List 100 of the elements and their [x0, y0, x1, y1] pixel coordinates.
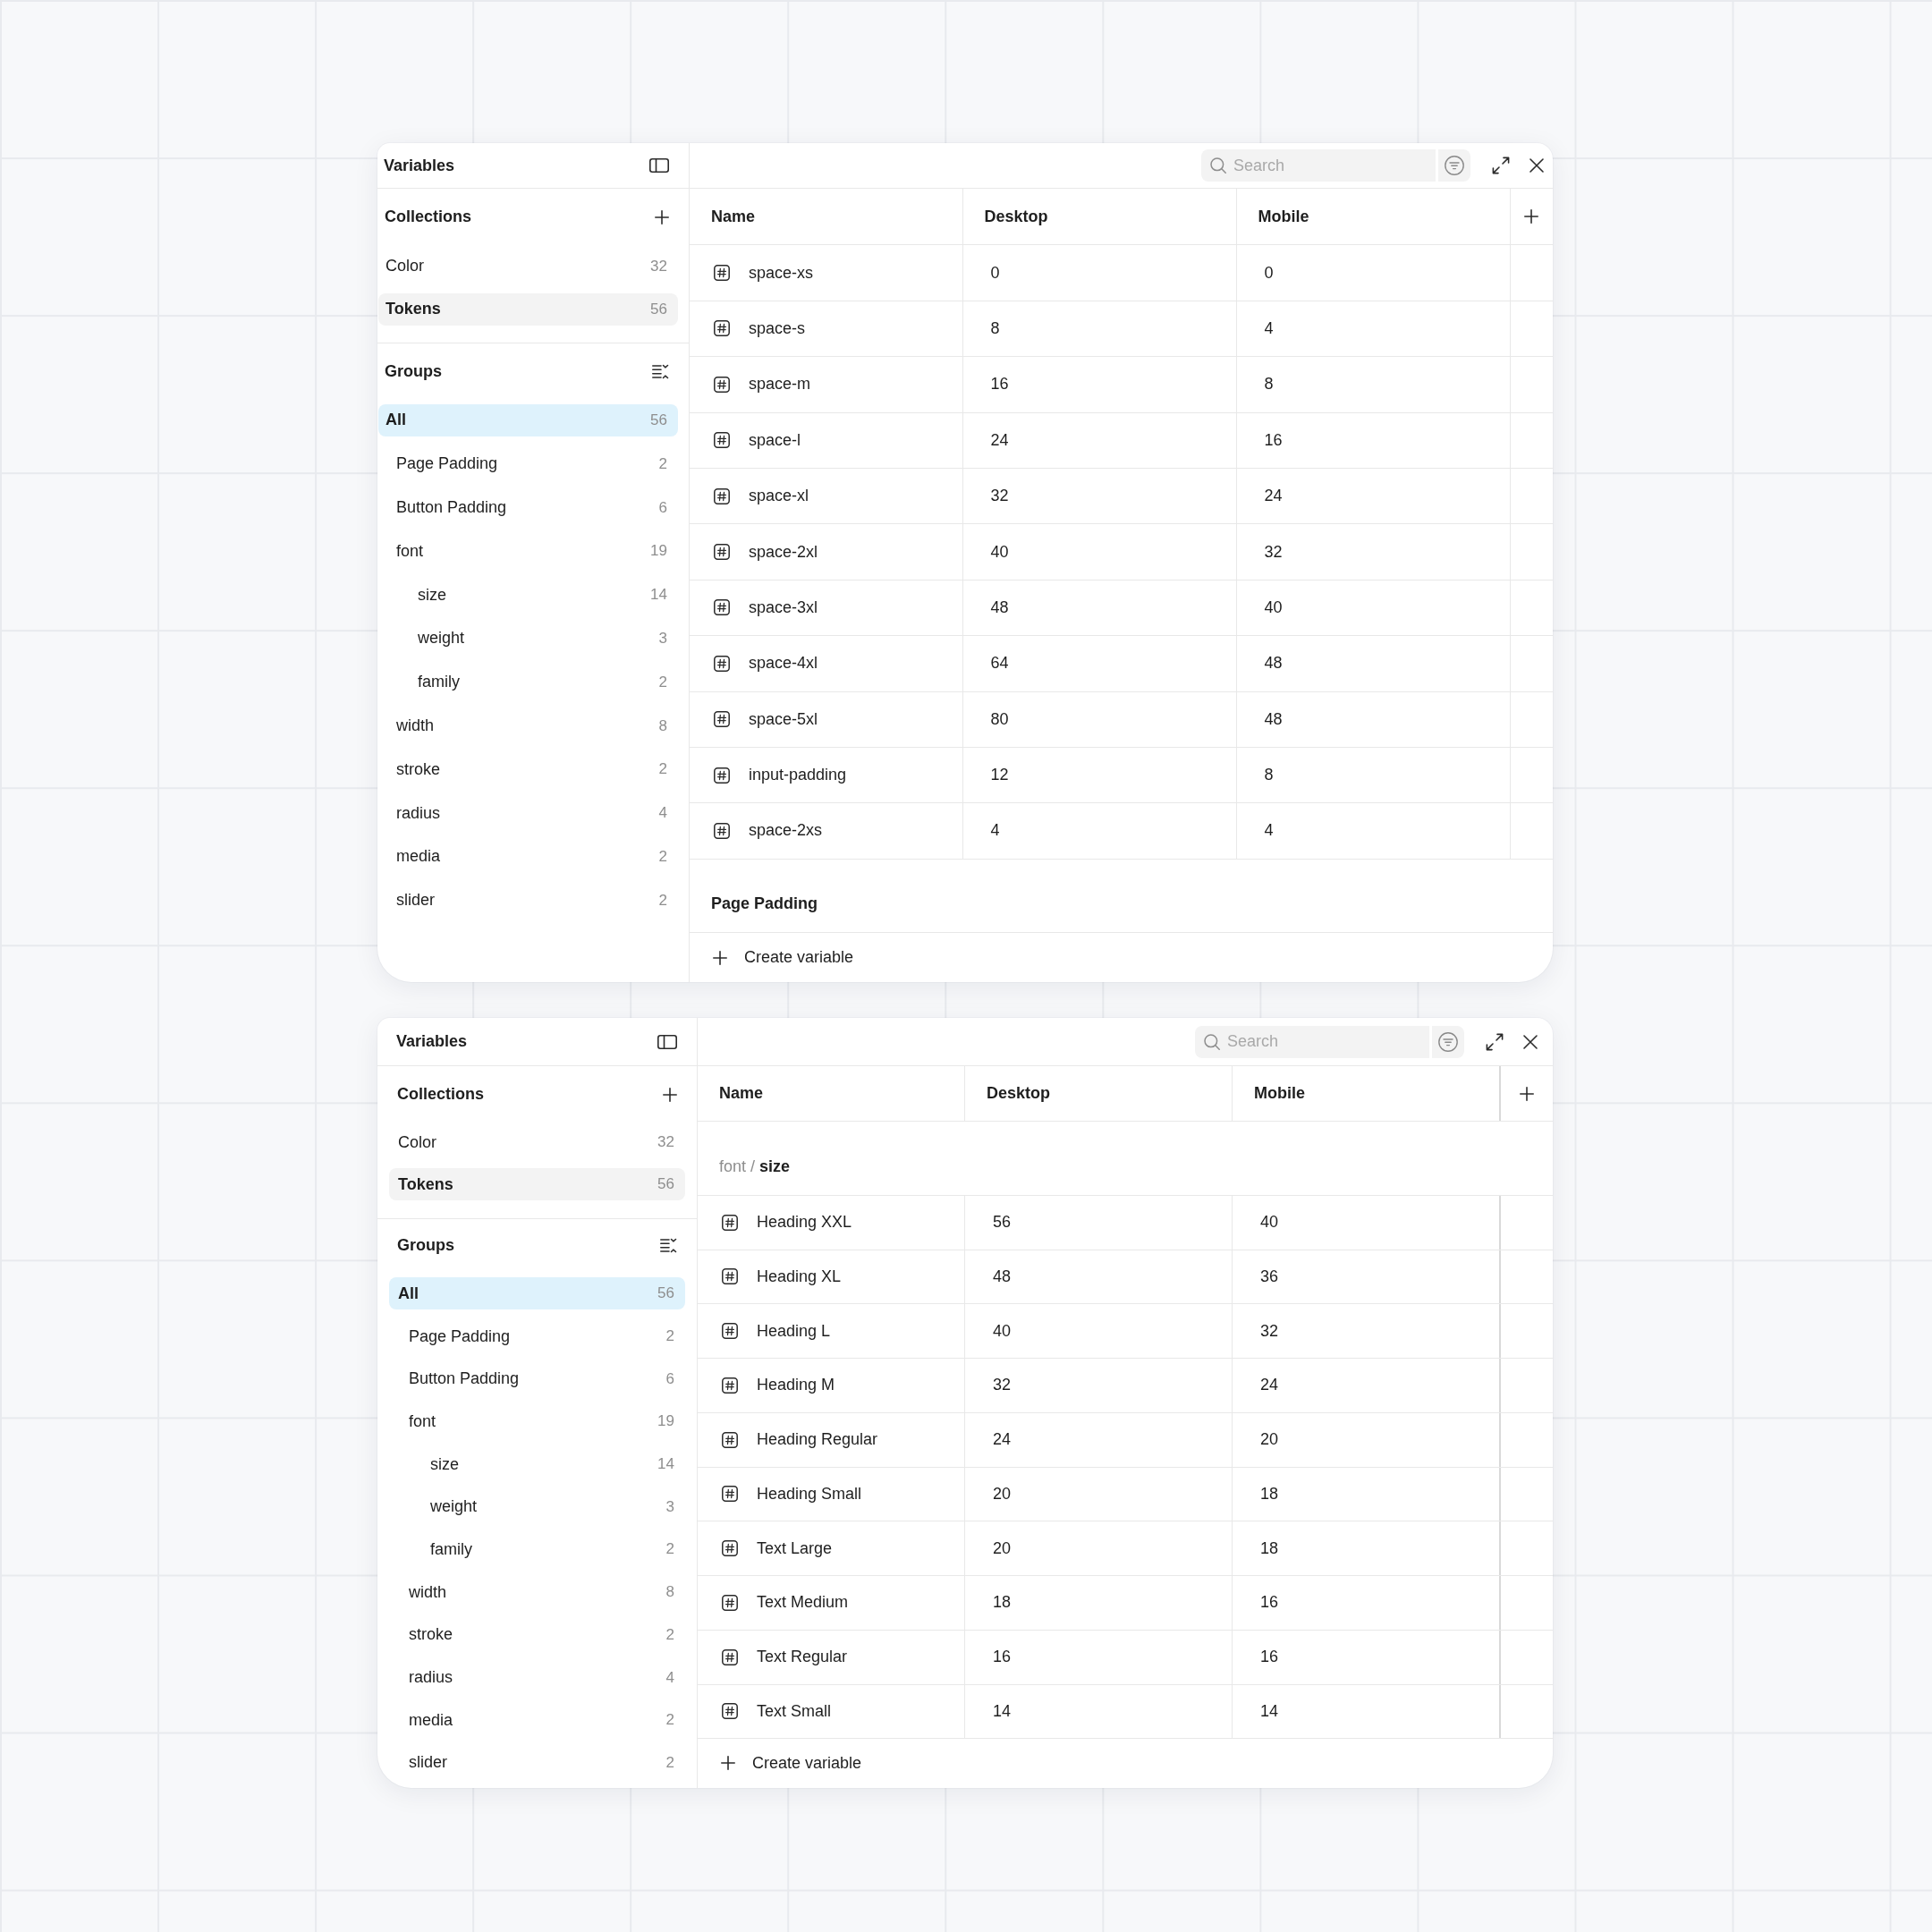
filter-button[interactable] — [1438, 149, 1470, 182]
group-item[interactable]: width 8 — [389, 1576, 685, 1609]
close-icon[interactable] — [1530, 158, 1544, 173]
group-item[interactable]: slider 2 — [389, 1746, 685, 1779]
variable-name: Heading Regular — [757, 1430, 878, 1450]
group-item[interactable]: size 14 — [389, 1448, 685, 1481]
group-item[interactable]: media 2 — [389, 1704, 685, 1737]
group-item[interactable]: family 2 — [378, 665, 678, 699]
group-item[interactable]: radius 4 — [378, 797, 678, 830]
sidebar-toggle-icon[interactable] — [657, 1034, 677, 1049]
variable-value: 8 — [1264, 375, 1274, 394]
item-count: 3 — [658, 629, 667, 648]
close-icon[interactable] — [1523, 1034, 1538, 1049]
variable-value: 48 — [993, 1267, 1012, 1286]
group-item[interactable]: All 56 — [378, 403, 678, 436]
group-item[interactable]: slider 2 — [378, 884, 678, 917]
variable-value: 40 — [1260, 1213, 1279, 1233]
group-item[interactable]: Button Padding 6 — [389, 1362, 685, 1395]
list-collapse-icon[interactable] — [660, 1238, 677, 1254]
hash-icon — [722, 1431, 738, 1448]
variable-value: 80 — [990, 709, 1009, 729]
variable-name: Heading M — [757, 1376, 835, 1395]
item-count: 56 — [650, 300, 667, 318]
hash-icon — [714, 320, 730, 337]
variable-value: 16 — [993, 1648, 1012, 1667]
item-count: 2 — [658, 760, 667, 779]
item-count: 56 — [657, 1284, 674, 1303]
group-item[interactable]: Page Padding 2 — [389, 1320, 685, 1353]
filter-button[interactable] — [1432, 1025, 1464, 1058]
item-count: 2 — [665, 1625, 674, 1644]
filter-icon — [1445, 156, 1464, 175]
hash-icon — [714, 432, 730, 449]
plus-icon[interactable] — [663, 1087, 677, 1102]
variable-name: space-xs — [749, 263, 814, 283]
group-item[interactable]: font 19 — [378, 535, 678, 568]
variable-name: Text Large — [757, 1538, 833, 1558]
variable-value: 20 — [993, 1484, 1012, 1504]
collection-item[interactable]: Color 32 — [378, 250, 678, 283]
group-item[interactable]: width 8 — [378, 709, 678, 742]
column-header: Mobile — [1236, 189, 1511, 245]
group-item[interactable]: stroke 2 — [378, 753, 678, 786]
item-count: 14 — [657, 1455, 674, 1474]
group-item[interactable]: stroke 2 — [389, 1618, 685, 1651]
variable-value: 32 — [990, 487, 1009, 506]
item-count: 8 — [665, 1583, 674, 1602]
search-field[interactable]: Search — [1195, 1025, 1429, 1058]
group-item[interactable]: weight 3 — [389, 1490, 685, 1523]
group-item[interactable]: weight 3 — [378, 622, 678, 655]
plus-icon[interactable] — [1519, 1086, 1534, 1101]
variable-value: 16 — [1264, 430, 1283, 450]
variable-name: space-4xl — [749, 654, 818, 674]
group-item[interactable]: size 14 — [378, 579, 678, 612]
plus-icon[interactable] — [1524, 209, 1538, 225]
list-collapse-icon[interactable] — [652, 363, 669, 379]
section-heading: Collections — [385, 208, 471, 226]
variable-name: space-5xl — [749, 709, 818, 729]
group-item[interactable]: All 56 — [389, 1277, 685, 1310]
hash-icon — [714, 823, 730, 839]
variable-value: 32 — [1260, 1321, 1279, 1341]
create-variable-button[interactable]: Create variable — [721, 1753, 862, 1773]
collection-item[interactable]: Tokens 56 — [378, 292, 678, 326]
item-count: 56 — [657, 1175, 674, 1194]
panel-title: Variables — [396, 1032, 468, 1052]
collection-item[interactable]: Color 32 — [389, 1126, 685, 1159]
variable-value: 20 — [1260, 1430, 1279, 1450]
variable-value: 8 — [1264, 766, 1274, 785]
variable-value: 24 — [993, 1430, 1012, 1450]
group-item[interactable]: radius 4 — [389, 1661, 685, 1694]
variable-name: Heading Small — [757, 1484, 862, 1504]
plus-icon[interactable] — [655, 209, 669, 225]
group-item[interactable]: media 2 — [378, 840, 678, 873]
item-count: 3 — [665, 1497, 674, 1516]
create-variable-button[interactable]: Create variable — [713, 948, 854, 968]
sidebar-toggle-icon[interactable] — [649, 158, 669, 173]
collection-item[interactable]: Tokens 56 — [389, 1168, 685, 1201]
variable-value: 16 — [1260, 1593, 1279, 1613]
variable-name: space-s — [749, 318, 806, 338]
variable-value: 4 — [1264, 318, 1274, 338]
variable-name: input-padding — [749, 766, 847, 785]
group-item[interactable]: font 19 — [389, 1405, 685, 1438]
item-count: 2 — [665, 1540, 674, 1559]
hash-icon — [722, 1268, 738, 1285]
variable-name: Heading XXL — [757, 1213, 852, 1233]
hash-icon — [714, 599, 730, 616]
item-count: 32 — [657, 1133, 674, 1152]
variable-name: space-2xl — [749, 542, 818, 562]
variable-value: 32 — [993, 1376, 1012, 1395]
search-field[interactable]: Search — [1201, 149, 1436, 182]
expand-icon[interactable] — [1486, 1032, 1504, 1051]
hash-icon — [714, 655, 730, 672]
hash-icon — [714, 265, 730, 282]
hash-icon — [722, 1703, 738, 1720]
variable-value: 16 — [990, 375, 1009, 394]
item-count: 2 — [658, 673, 667, 691]
variable-name: Heading XL — [757, 1267, 842, 1286]
group-item[interactable]: Button Padding 6 — [378, 491, 678, 524]
group-item[interactable]: Page Padding 2 — [378, 447, 678, 480]
expand-icon[interactable] — [1492, 157, 1510, 174]
variable-value: 18 — [993, 1593, 1012, 1613]
group-item[interactable]: family 2 — [389, 1533, 685, 1566]
